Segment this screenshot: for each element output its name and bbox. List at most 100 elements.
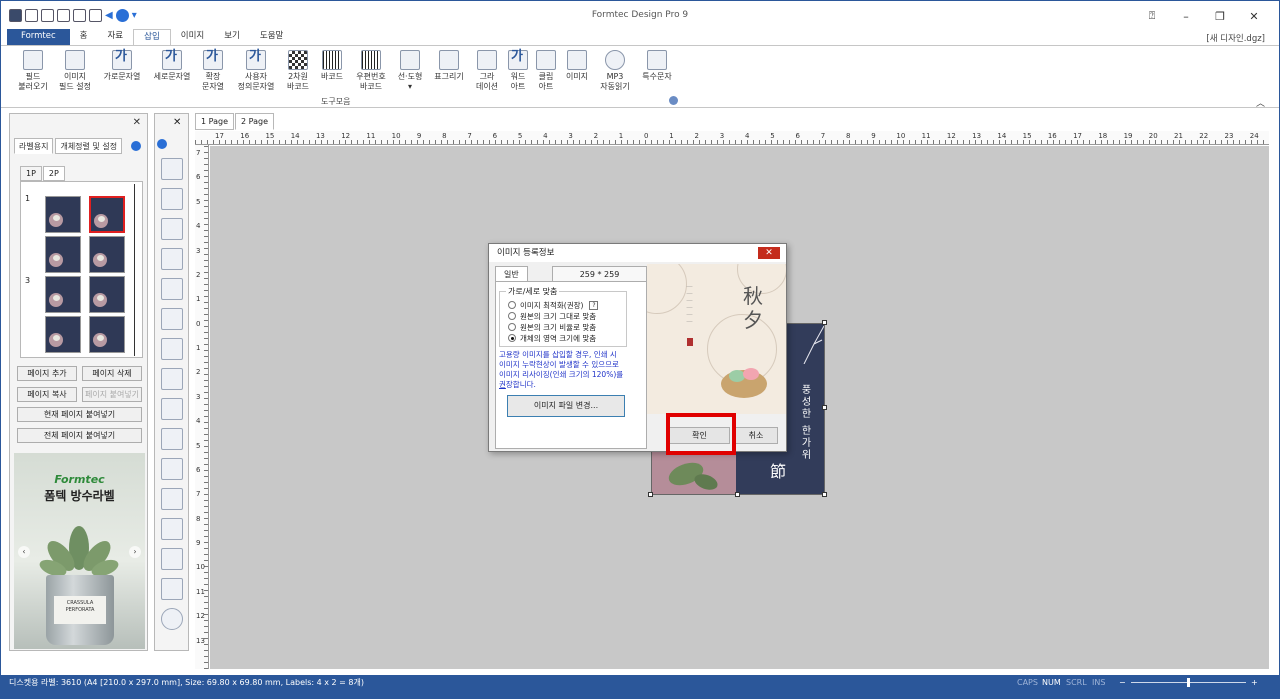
- label-thumbnail[interactable]: [89, 236, 125, 273]
- resize-handle[interactable]: [822, 492, 827, 497]
- label-thumbnail[interactable]: [89, 316, 125, 353]
- tab-page-2[interactable]: 2 Page: [235, 113, 274, 130]
- page-tab-1p[interactable]: 1P: [20, 166, 42, 181]
- label-thumbnail[interactable]: [45, 236, 81, 273]
- tab-image[interactable]: 이미지: [171, 29, 214, 45]
- custom-text-tool-icon[interactable]: [161, 308, 183, 330]
- field-load-tool-icon[interactable]: [161, 158, 183, 180]
- postal-barcode-tool-icon[interactable]: [161, 398, 183, 420]
- custom-text-button[interactable]: 사용자 정의문자열: [233, 50, 279, 92]
- resize-handle[interactable]: [822, 320, 827, 325]
- postal-barcode-button[interactable]: 우편번호 바코드: [351, 50, 391, 92]
- gradient-button[interactable]: 그라 데이션: [473, 50, 501, 92]
- mp3-button[interactable]: MP3 자동읽기: [597, 50, 633, 92]
- preview-songpyeon-pink: [743, 368, 759, 380]
- close-panel-icon[interactable]: ✕: [133, 117, 141, 128]
- vertical-text-tool-icon[interactable]: [161, 248, 183, 270]
- image-field-tool-icon[interactable]: [161, 188, 183, 210]
- image-tool-icon[interactable]: [161, 578, 183, 600]
- help-icon[interactable]: ?: [589, 300, 599, 310]
- table-tool-icon[interactable]: [161, 458, 183, 480]
- field-load-button[interactable]: 필드 불러오기: [15, 50, 51, 92]
- vertical-text-button[interactable]: 세로문자열: [149, 50, 195, 82]
- table-button[interactable]: 표그리기: [431, 50, 467, 82]
- option-optimize[interactable]: 이미지 최적화(권장) ?: [508, 300, 599, 310]
- barcode-button[interactable]: 바코드: [317, 50, 347, 82]
- tab-object-align[interactable]: 개체정렬 및 설정: [55, 138, 123, 154]
- dialog-close-button[interactable]: ✕: [758, 247, 780, 259]
- collapse-ribbon-icon[interactable]: ︿: [1256, 96, 1265, 109]
- extended-text-button[interactable]: 확장 문자열: [197, 50, 229, 92]
- ad-next-icon[interactable]: ›: [129, 546, 141, 558]
- paste-all-pages-button[interactable]: 전체 페이지 붙여넣기: [17, 428, 142, 443]
- tab-general[interactable]: 일반: [495, 266, 528, 282]
- option-fit-object[interactable]: 개체의 영역 크기에 맞춤: [508, 333, 596, 343]
- copy-page-button[interactable]: 페이지 복사: [17, 387, 77, 402]
- radio-fit-object[interactable]: [508, 334, 516, 342]
- zoom-in-button[interactable]: +: [1251, 675, 1258, 690]
- shape-tool-icon[interactable]: [161, 428, 183, 450]
- close-window-button[interactable]: ✕: [1239, 6, 1269, 26]
- tab-view[interactable]: 보기: [214, 29, 250, 45]
- panel-nav-icon[interactable]: [131, 141, 141, 151]
- qr-code-tool-icon[interactable]: [161, 338, 183, 360]
- ribbon: 필드 불러오기 이미지 필드 설정 가로문자열 세로문자열 확장 문자열 사용자…: [1, 45, 1279, 109]
- tab-insert[interactable]: 삽입: [133, 29, 171, 45]
- radio-optimize[interactable]: [508, 301, 516, 309]
- tab-page-1[interactable]: 1 Page: [195, 113, 234, 130]
- radio-original-size[interactable]: [508, 312, 516, 320]
- tab-formtec[interactable]: Formtec: [7, 29, 70, 45]
- image-field-button[interactable]: 이미지 필드 설정: [55, 50, 95, 92]
- resize-handle[interactable]: [735, 492, 740, 497]
- close-toolstrip-icon[interactable]: ✕: [173, 117, 181, 128]
- label-thumbnail[interactable]: [45, 276, 81, 313]
- ribbon-label: 이미지: [565, 72, 589, 81]
- minimize-button[interactable]: –: [1171, 6, 1201, 26]
- cancel-button[interactable]: 취소: [734, 427, 778, 444]
- tab-data[interactable]: 자료: [97, 29, 133, 45]
- option-original-ratio[interactable]: 원본의 크기 비율로 맞춤: [508, 322, 596, 332]
- delete-page-button[interactable]: 페이지 삭제: [82, 366, 142, 381]
- option-label: 원본의 크기 비율로 맞춤: [520, 322, 597, 332]
- tab-help[interactable]: 도움말: [250, 29, 293, 45]
- extended-text-tool-icon[interactable]: [161, 278, 183, 300]
- ad-banner[interactable]: Formtec 폼텍 방수라벨 CRASSULA PERFORATA ‹ ›: [14, 453, 145, 649]
- help-window-icon[interactable]: ⍰: [1137, 6, 1167, 26]
- gradient-tool-icon[interactable]: [161, 488, 183, 510]
- shape-dropdown-icon[interactable]: ▾: [394, 82, 426, 92]
- image-button[interactable]: 이미지: [563, 50, 591, 82]
- shape-button[interactable]: 선·도형 ▾: [394, 50, 426, 92]
- paste-page-button[interactable]: 페이지 붙여넣기: [82, 387, 142, 402]
- zoom-slider-thumb[interactable]: [1187, 678, 1190, 687]
- ribbon-launcher-icon[interactable]: [669, 96, 678, 105]
- add-page-button[interactable]: 페이지 추가: [17, 366, 77, 381]
- page-tab-2p[interactable]: 2P: [42, 166, 65, 181]
- ok-button[interactable]: 확인: [669, 427, 730, 444]
- clip-art-tool-icon[interactable]: [161, 548, 183, 570]
- barcode-tool-icon[interactable]: [161, 368, 183, 390]
- label-thumbnail[interactable]: [45, 196, 81, 233]
- mp3-tool-icon[interactable]: [161, 608, 183, 630]
- resize-handle[interactable]: [648, 492, 653, 497]
- radio-original-ratio[interactable]: [508, 323, 516, 331]
- qr-code-button[interactable]: 2차원 바코드: [283, 50, 313, 92]
- resize-handle[interactable]: [822, 405, 827, 410]
- toolstrip-nav-icon[interactable]: [157, 139, 167, 149]
- change-image-file-button[interactable]: 이미지 파일 변경...: [507, 395, 625, 417]
- zoom-out-button[interactable]: −: [1119, 675, 1126, 690]
- word-art-tool-icon[interactable]: [161, 518, 183, 540]
- label-thumbnail[interactable]: [45, 316, 81, 353]
- special-char-button[interactable]: 특수문자: [639, 50, 675, 82]
- label-thumbnail[interactable]: [89, 276, 125, 313]
- ad-prev-icon[interactable]: ‹: [18, 546, 30, 558]
- tab-label-paper[interactable]: 라벨용지: [14, 138, 54, 154]
- label-thumbnail-selected[interactable]: [89, 196, 125, 233]
- paste-current-page-button[interactable]: 현재 페이지 붙여넣기: [17, 407, 142, 422]
- horizontal-text-tool-icon[interactable]: [161, 218, 183, 240]
- tab-home[interactable]: 홈: [70, 29, 98, 45]
- option-original-size[interactable]: 원본의 크기 그대로 맞춤: [508, 311, 596, 321]
- restore-button[interactable]: ❐: [1205, 6, 1235, 26]
- horizontal-text-button[interactable]: 가로문자열: [99, 50, 145, 82]
- word-art-button[interactable]: 워드 아트: [505, 50, 531, 92]
- clip-art-button[interactable]: 클립 아트: [533, 50, 559, 92]
